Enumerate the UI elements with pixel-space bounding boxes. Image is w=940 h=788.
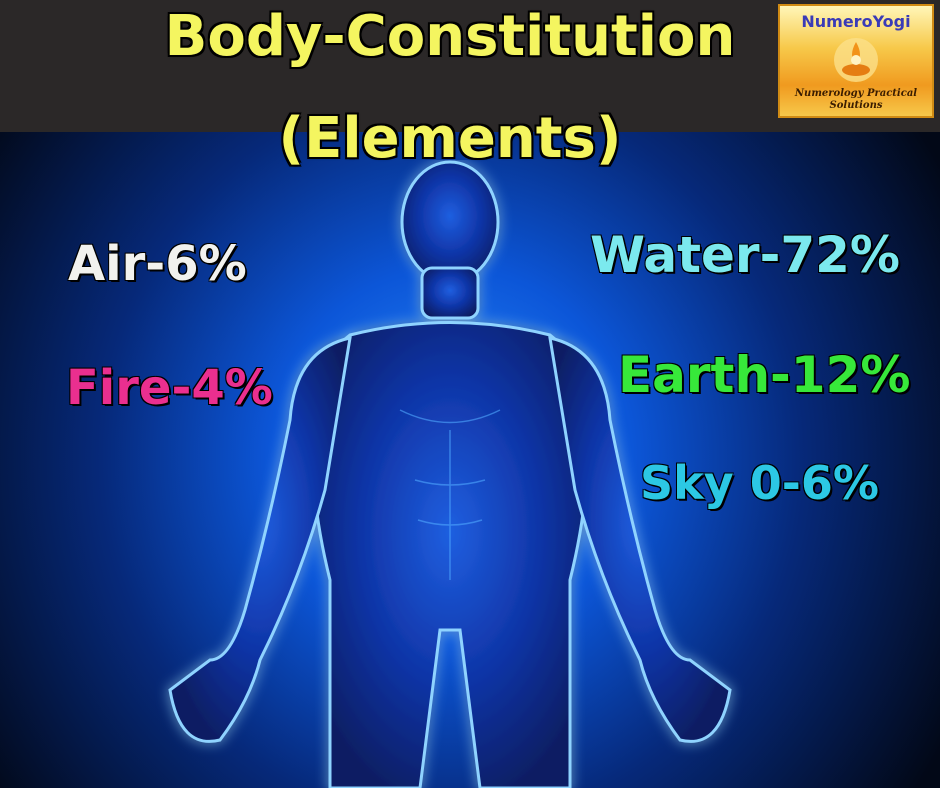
title-line-1: Body-Constitution xyxy=(164,4,736,69)
figure-head xyxy=(400,160,500,284)
figure-neck xyxy=(420,266,480,320)
water-element-label: Water-72% xyxy=(590,226,901,284)
numeroyogi-logo: NumeroYogi Numerology Practical Solution… xyxy=(778,4,934,118)
earth-element-label: Earth-12% xyxy=(618,346,911,404)
air-element-label: Air-6% xyxy=(68,236,247,292)
logo-tagline: Numerology Practical Solutions xyxy=(780,88,932,112)
logo-tagline-line-1: Numerology Practical xyxy=(794,88,918,99)
fire-element-label: Fire-4% xyxy=(66,360,273,416)
logo-brand-name: NumeroYogi xyxy=(801,12,911,31)
title-line-2: (Elements) xyxy=(278,106,622,171)
meditation-flame-icon xyxy=(834,38,878,82)
logo-tagline-line-2: Solutions xyxy=(829,100,883,111)
sky-element-label: Sky 0-6% xyxy=(640,456,879,510)
infographic-canvas: Body-Constitution (Elements) NumeroYogi … xyxy=(0,0,940,788)
